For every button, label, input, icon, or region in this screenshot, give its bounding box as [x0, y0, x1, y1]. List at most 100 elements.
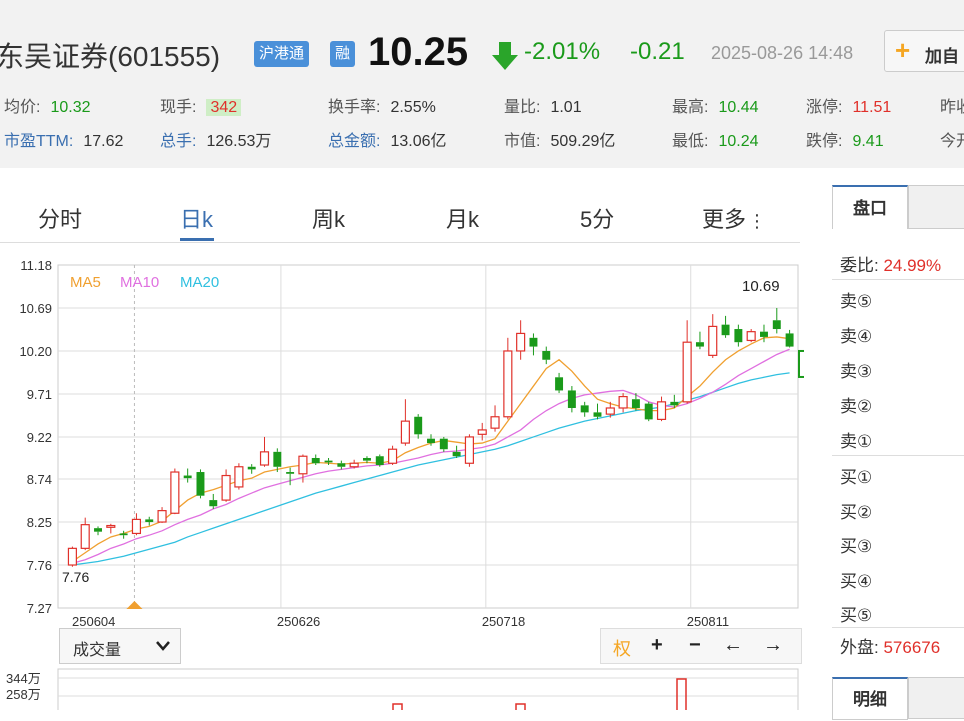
tab-weekly-k[interactable]: 周k: [312, 202, 345, 234]
stat-label: 今开: [940, 133, 964, 150]
stat-value: 342: [206, 99, 242, 116]
candle: [375, 456, 384, 466]
candle: [555, 377, 564, 391]
legend-ma5: MA5: [70, 274, 101, 291]
stat-value: 10.32: [50, 99, 91, 116]
stat-label: 均价:: [4, 99, 41, 116]
candle: [721, 324, 730, 336]
stat-label[interactable]: 总金额:: [328, 133, 380, 150]
volume-bar: [676, 678, 687, 713]
side-tab-blank: [908, 185, 964, 229]
chevron-down-icon: [156, 641, 170, 651]
candle: [644, 403, 653, 420]
stat-label: 量比:: [504, 99, 541, 116]
kline-chart[interactable]: 11.18 10.69 10.20 9.71 9.22 8.74 8.25 7.76 7.27 2…: [0, 250, 807, 630]
quote-datetime: 2025-08-26 14:48: [711, 43, 854, 63]
stat-stats_row2-5: 跌停: 9.41: [806, 127, 884, 151]
candle: [67, 547, 77, 566]
stat-label: 昨收: [940, 99, 964, 116]
hk-connect-badge[interactable]: 沪港通: [254, 41, 310, 67]
ma5-line: [72, 336, 790, 563]
indicator-select[interactable]: 成交量: [59, 628, 181, 664]
x-tick-label: 250626: [277, 614, 320, 629]
candle: [234, 466, 244, 488]
candle: [170, 471, 180, 514]
candle: [464, 436, 474, 464]
candle: [94, 528, 102, 532]
candle: [734, 329, 743, 343]
candle: [337, 463, 346, 467]
stat-label: 换手率:: [328, 99, 381, 116]
candle: [439, 438, 448, 450]
sell-level-5: 卖①: [840, 432, 873, 451]
stat-label[interactable]: 市盈TTM:: [4, 133, 73, 150]
down-arrow-icon: [492, 42, 518, 70]
candle: [516, 332, 526, 352]
tab-more[interactable]: 更多 ⋮: [702, 202, 766, 234]
candle: [221, 474, 231, 501]
stat-label: 最高:: [672, 99, 709, 116]
volume-bar: [515, 703, 526, 713]
candle: [760, 331, 768, 337]
change-percent: -2.01%: [524, 38, 601, 65]
candle: [362, 457, 371, 461]
pan-left-button[interactable]: ←: [723, 634, 743, 657]
candle: [286, 472, 295, 474]
margin-badge[interactable]: 融: [330, 41, 356, 67]
add-watchlist-button[interactable]: + 加自: [884, 30, 964, 72]
sell-level-2: 卖④: [840, 327, 873, 346]
divider: [832, 627, 964, 628]
candle: [311, 457, 320, 464]
adjust-rights-button[interactable]: 权: [613, 635, 631, 661]
event-marker-icon: [126, 601, 143, 609]
y-tick-label: 10.69: [19, 301, 52, 316]
candle: [209, 500, 218, 507]
y-tick-label: 7.27: [27, 601, 52, 616]
stat-value: 17.62: [83, 133, 124, 150]
stat-stats_row2-4: 最低: 10.24: [672, 127, 759, 151]
y-tick-label: 9.22: [27, 430, 52, 445]
stat-label[interactable]: 总手:: [160, 133, 196, 150]
tab-daily-k[interactable]: 日k: [180, 202, 213, 234]
stat-stats_row1-6: 昨收: [940, 93, 964, 117]
volume-svg: 344万 258万: [6, 668, 799, 713]
candle: [388, 448, 398, 464]
tab-detail[interactable]: 明细: [832, 677, 908, 720]
candle: [682, 341, 692, 403]
stat-label: 最低:: [672, 133, 709, 150]
side-tab2-blank: [908, 677, 964, 719]
x-tick-label: 250718: [482, 614, 525, 629]
tab-monthly-k[interactable]: 月k: [446, 202, 479, 234]
candle: [656, 401, 667, 420]
divider: [832, 455, 964, 456]
stat-stats_row1-2: 换手率: 2.55%: [328, 93, 436, 117]
volume-bar: [392, 703, 403, 713]
candle: [273, 451, 282, 467]
kline-svg: 11.18 10.69 10.20 9.71 9.22 8.74 8.25 7.76 7.27 2…: [19, 258, 807, 629]
buy-level-3: 买③: [840, 537, 873, 556]
weibi-row: 委比: 24.99%: [840, 256, 942, 275]
candle: [529, 337, 538, 347]
zoom-out-button[interactable]: −: [689, 634, 701, 657]
waipan-value: 576676: [883, 638, 941, 657]
tab-5min[interactable]: 5分: [580, 202, 614, 234]
buy-level-2: 买②: [840, 502, 873, 522]
chart-toolbar: 权 + − ← →: [600, 628, 802, 664]
stat-value: 1.01: [550, 99, 582, 116]
candle: [670, 401, 679, 406]
candle: [349, 462, 359, 468]
zoom-in-button[interactable]: +: [651, 634, 663, 657]
stat-stats_row1-0: 均价: 10.32: [4, 93, 91, 117]
pan-right-button[interactable]: →: [763, 634, 783, 657]
stat-label: 涨停:: [806, 99, 843, 116]
candle: [427, 438, 435, 444]
stat-stats_row1-4: 最高: 10.44: [672, 93, 759, 117]
candle: [145, 519, 154, 523]
candle: [196, 472, 205, 496]
stat-stats_row2-6: 今开: [940, 127, 964, 151]
sell-level-3: 卖③: [840, 362, 873, 381]
candle: [119, 533, 128, 536]
volume-chart[interactable]: 344万 258万: [0, 668, 804, 713]
tab-order-book[interactable]: 盘口: [832, 185, 908, 229]
tab-minute[interactable]: 分时: [38, 202, 82, 234]
